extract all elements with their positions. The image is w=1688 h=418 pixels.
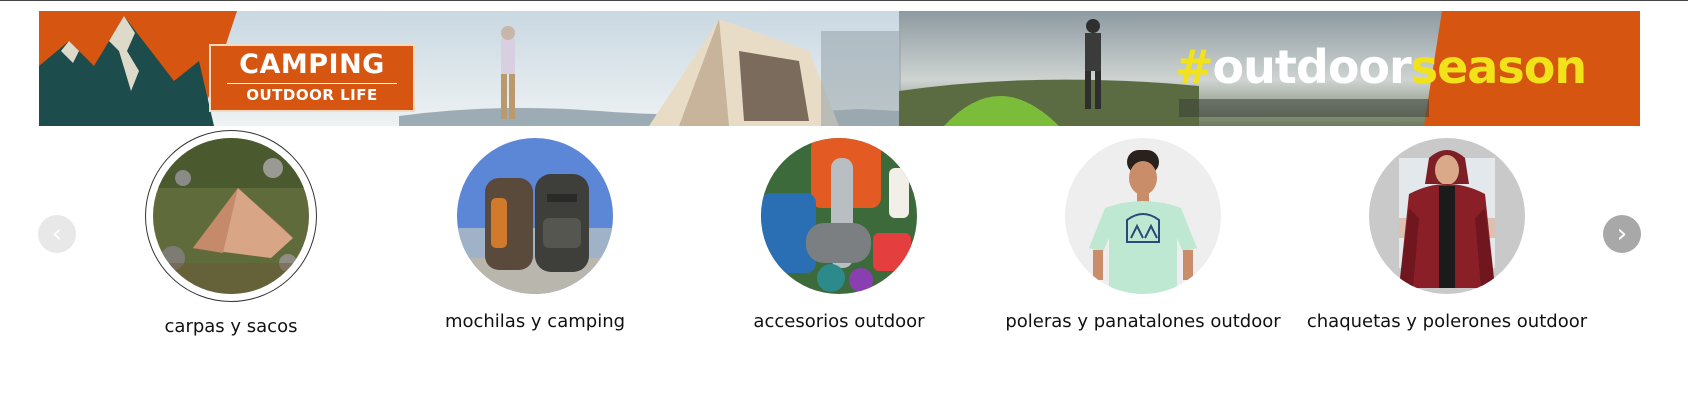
chevron-left-icon[interactable]: ‹ [38,215,76,253]
category-active-ring [145,130,317,302]
category-carousel: ‹ carpas y sacos mochilas y camping acce… [0,130,1688,360]
jacket-photo[interactable] [1369,138,1525,294]
category-item-carpas[interactable]: carpas y sacos [81,130,381,337]
category-item-mochilas[interactable]: mochilas y camping [385,130,685,332]
category-item-poleras[interactable]: poleras y panatalones outdoor [993,130,1293,332]
accessories-photo[interactable] [761,138,917,294]
category-item-accesorios[interactable]: accesorios outdoor [689,130,989,332]
promo-banner[interactable]: CAMPING OUTDOOR LIFE #outdoorseason [39,11,1640,126]
category-label[interactable]: poleras y panatalones outdoor [993,311,1293,332]
category-label[interactable]: carpas y sacos [81,316,381,337]
hashtag-season: season [1410,40,1587,94]
backpacks-photo[interactable] [457,138,613,294]
brand-title: CAMPING [239,49,385,80]
hashtag-word: outdoor [1212,40,1412,94]
hashtag-text: #outdoorseason [1175,37,1587,97]
category-label[interactable]: accesorios outdoor [689,311,989,332]
brand-divider [227,83,397,84]
hashtag-symbol: # [1175,40,1214,94]
chevron-right-icon[interactable]: › [1603,215,1641,253]
tent-photo[interactable] [153,138,309,294]
category-label[interactable]: chaquetas y polerones outdoor [1297,311,1597,332]
top-border [0,0,1688,1]
category-item-chaquetas[interactable]: chaquetas y polerones outdoor [1297,130,1597,332]
category-label[interactable]: mochilas y camping [385,311,685,332]
tshirt-photo[interactable] [1065,138,1221,294]
brand-subtitle: OUTDOOR LIFE [246,86,378,104]
camping-logo-box: CAMPING OUTDOOR LIFE [209,44,415,112]
